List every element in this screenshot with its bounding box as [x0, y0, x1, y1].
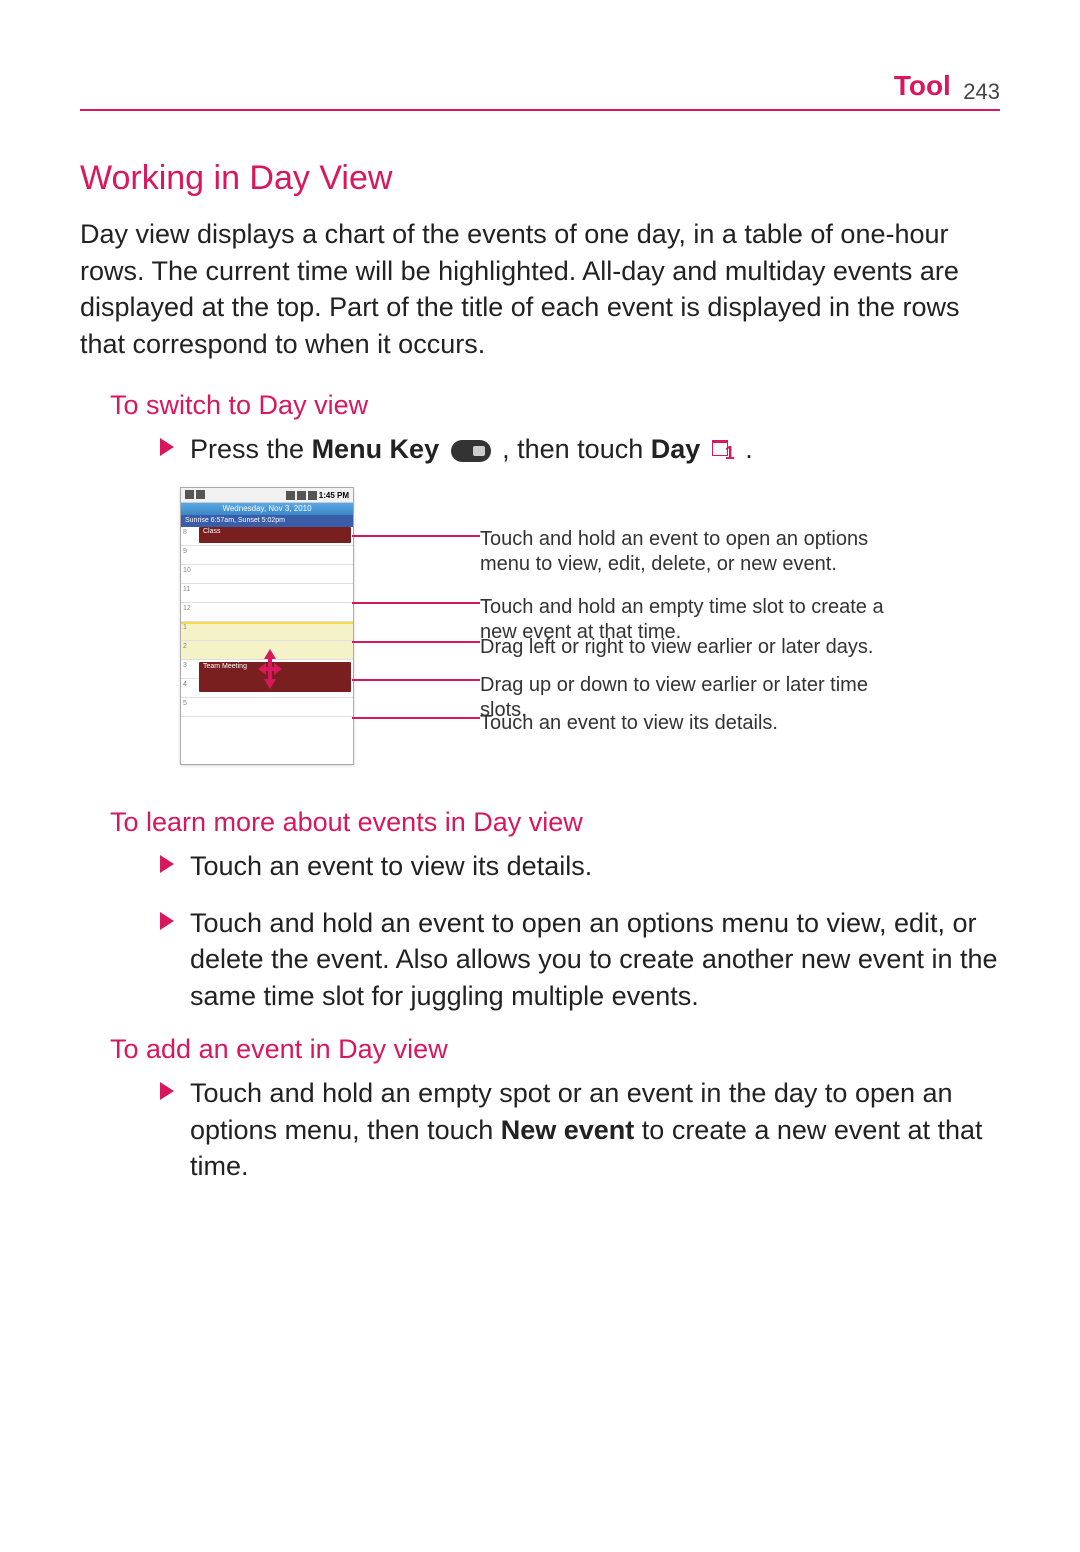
hour-row-1: 1	[181, 622, 353, 641]
bullet-arrow-icon	[160, 912, 174, 930]
new-event-label: New event	[501, 1115, 635, 1145]
subheading-add: To add an event in Day view	[110, 1034, 1000, 1065]
callout-line	[352, 717, 480, 719]
subheading-learn: To learn more about events in Day view	[110, 807, 1000, 838]
hour-row-9: 9	[181, 546, 353, 565]
day-icon: 1	[712, 440, 734, 462]
callout-touch-event: Touch an event to view its details.	[480, 711, 778, 736]
menu-key-icon	[451, 440, 491, 462]
status-icons-left	[185, 490, 207, 501]
instruction-learn-1: Touch an event to view its details.	[160, 848, 1000, 884]
callout-line	[352, 602, 480, 604]
current-time-indicator	[181, 622, 353, 624]
page-number: 243	[963, 79, 1000, 104]
text-fragment: Touch and hold an event to open an optio…	[190, 908, 998, 1011]
hour-row-10: 10	[181, 565, 353, 584]
text-fragment: .	[745, 434, 753, 464]
callout-line	[352, 535, 480, 537]
text-fragment: Touch an event to view its details.	[190, 851, 592, 881]
hour-row-5: 5	[181, 698, 353, 717]
callout-line	[352, 641, 480, 643]
callout-line	[352, 679, 480, 681]
hour-row-12: 12	[181, 603, 353, 622]
calendar-date-bar: Wednesday, Nov 3, 2010	[181, 503, 353, 515]
bullet-arrow-icon	[160, 1082, 174, 1100]
bullet-arrow-icon	[160, 438, 174, 456]
status-time: 1:45 PM	[319, 491, 349, 500]
subheading-switch: To switch to Day view	[110, 390, 1000, 421]
sunrise-bar: Sunrise 6:57am, Sunset 5:02pm	[181, 515, 353, 527]
status-bar: 1:45 PM	[181, 488, 353, 503]
phone-screenshot: 1:45 PM Wednesday, Nov 3, 2010 Sunrise 6…	[180, 487, 354, 765]
menu-key-label: Menu Key	[312, 434, 440, 464]
event-class: Class	[199, 527, 351, 543]
callout-hold-event: Touch and hold an event to open an optio…	[480, 527, 920, 577]
intro-paragraph: Day view displays a chart of the events …	[80, 216, 1000, 362]
section-label: Tool	[894, 70, 951, 101]
callout-drag-horiz: Drag left or right to view earlier or la…	[480, 635, 874, 660]
instruction-learn-2: Touch and hold an event to open an optio…	[160, 905, 1000, 1014]
page-header: Tool 243	[80, 70, 1000, 111]
text-fragment: Press the	[190, 434, 312, 464]
hour-row-8: 8 Class	[181, 527, 353, 546]
day-label: Day	[651, 434, 701, 464]
bullet-arrow-icon	[160, 855, 174, 873]
manual-page: Tool 243 Working in Day View Day view di…	[0, 0, 1080, 1264]
page-title: Working in Day View	[80, 159, 1000, 198]
drag-arrows-icon	[258, 649, 282, 689]
phone-illustration-area: 1:45 PM Wednesday, Nov 3, 2010 Sunrise 6…	[180, 487, 1000, 767]
instruction-switch: Press the Menu Key , then touch Day 1 .	[160, 431, 1000, 467]
text-fragment: , then touch	[502, 434, 651, 464]
status-icons-right: 1:45 PM	[286, 491, 349, 500]
instruction-add-1: Touch and hold an empty spot or an event…	[160, 1075, 1000, 1184]
hour-row-11: 11	[181, 584, 353, 603]
